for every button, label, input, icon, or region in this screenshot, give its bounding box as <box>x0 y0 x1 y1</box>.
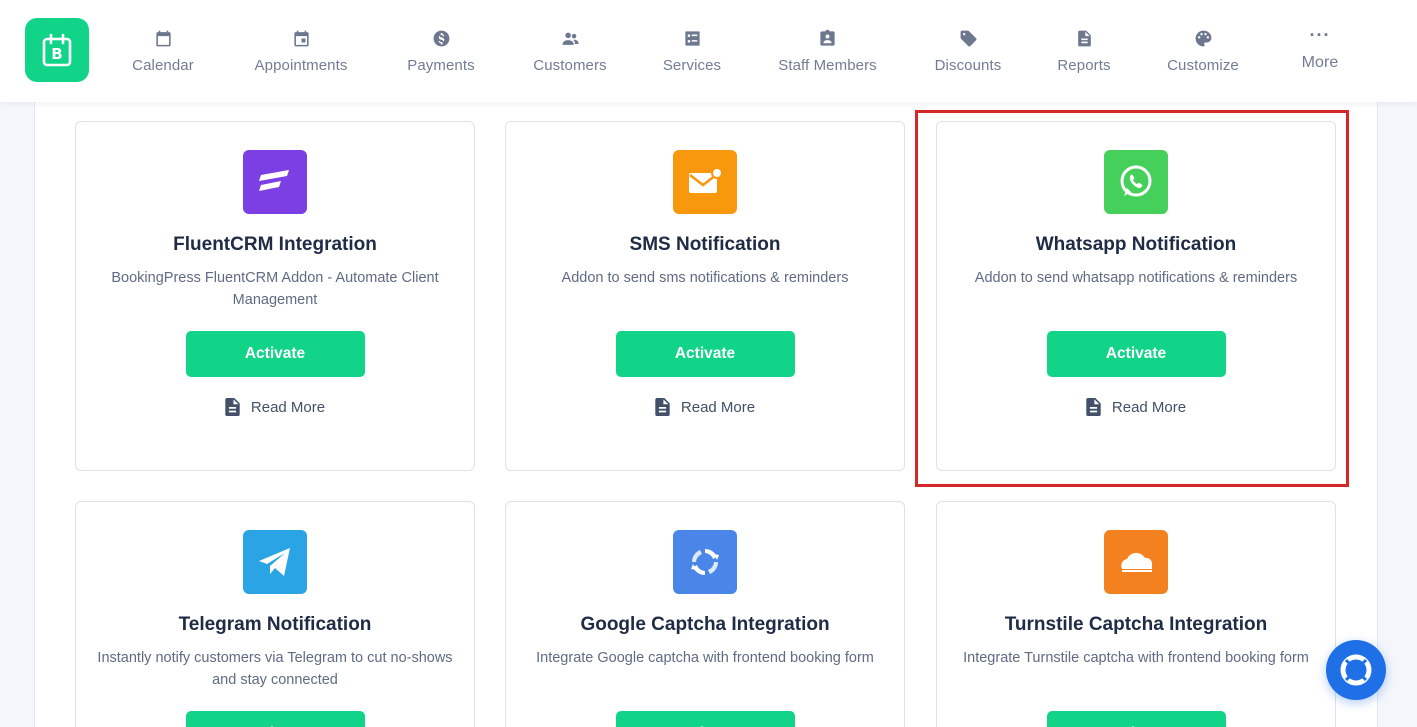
addon-title: SMS Notification <box>629 234 781 255</box>
addon-card-sms: SMS Notification Addon to send sms notif… <box>505 121 905 471</box>
activate-button[interactable]: Activate <box>615 331 795 377</box>
nav-staff-members-label: Staff Members <box>778 56 877 74</box>
report-icon <box>1077 30 1091 46</box>
read-more-label: Read More <box>1111 398 1187 416</box>
nav-more-label: More <box>1301 54 1339 71</box>
addon-title: Whatsapp Notification <box>1035 234 1237 255</box>
nav-calendar-label: Calendar <box>132 56 194 74</box>
fluentcrm-icon <box>243 150 307 214</box>
addon-title: Turnstile Captcha Integration <box>1004 614 1268 635</box>
addon-description: Instantly notify customers via Telegram … <box>97 650 453 688</box>
addon-description: Addon to send whatsapp notifications & r… <box>974 270 1298 286</box>
nav-reports[interactable]: Reports <box>1051 0 1117 102</box>
read-more-label: Read More <box>680 398 756 416</box>
addon-title: Telegram Notification <box>178 614 372 635</box>
addon-title: FluentCRM Integration <box>173 234 377 255</box>
sms-envelope-icon <box>673 150 737 214</box>
nav-payments[interactable]: Payments <box>400 0 482 102</box>
nav-appointments-label: Appointments <box>254 56 348 74</box>
addon-card-whatsapp: Whatsapp Notification Addon to send what… <box>936 121 1336 471</box>
addon-title: Google Captcha Integration <box>580 614 830 635</box>
nav-reports-label: Reports <box>1057 56 1111 74</box>
tag-icon <box>960 30 976 46</box>
activate-button[interactable]: Activate <box>185 331 365 377</box>
addon-card-telegram: Telegram Notification Instantly notify c… <box>75 501 475 727</box>
addon-card-turnstile-captcha: Turnstile Captcha Integration Integrate … <box>936 501 1336 727</box>
nav-staff-members[interactable]: Staff Members <box>770 0 885 102</box>
svg-text:B: B <box>51 45 62 63</box>
nav-services[interactable]: Services <box>656 0 728 102</box>
activate-button[interactable]: Activate <box>1046 711 1226 727</box>
activate-button[interactable]: Activate <box>1046 331 1226 377</box>
telegram-icon <box>243 530 307 594</box>
nav-discounts-label: Discounts <box>934 56 1002 74</box>
palette-icon <box>1195 30 1211 46</box>
addon-card-fluentcrm: FluentCRM Integration BookingPress Fluen… <box>75 121 475 471</box>
more-dots-icon: ··· <box>1309 25 1331 45</box>
document-icon <box>225 398 240 416</box>
whatsapp-icon <box>1104 150 1168 214</box>
document-icon <box>1086 398 1101 416</box>
activate-button[interactable]: Activate <box>615 711 795 727</box>
nav-customize-label: Customize <box>1167 56 1239 74</box>
appointment-icon <box>293 30 309 46</box>
addon-card-google-captcha: Google Captcha Integration Integrate Goo… <box>505 501 905 727</box>
document-icon <box>655 398 670 416</box>
services-icon <box>684 30 700 46</box>
help-button[interactable] <box>1326 640 1386 700</box>
recaptcha-icon <box>673 530 737 594</box>
logo-icon: B <box>42 33 72 67</box>
nav-customize[interactable]: Customize <box>1160 0 1246 102</box>
addon-description: Integrate Google captcha with frontend b… <box>536 650 874 666</box>
nav-payments-label: Payments <box>407 56 475 74</box>
nav-appointments[interactable]: Appointments <box>246 0 356 102</box>
nav-services-label: Services <box>662 56 722 74</box>
read-more-link[interactable]: Read More <box>225 398 325 416</box>
addon-description: BookingPress FluentCRM Addon - Automate … <box>111 270 439 308</box>
addon-description: Addon to send sms notifications & remind… <box>561 270 849 286</box>
nav-discounts[interactable]: Discounts <box>928 0 1008 102</box>
nav-calendar[interactable]: Calendar <box>122 0 204 102</box>
calendar-icon <box>155 30 171 46</box>
bookingpress-logo[interactable]: B <box>25 18 89 82</box>
staff-icon <box>820 29 835 46</box>
nav-customers-label: Customers <box>533 56 607 74</box>
activate-button[interactable]: Activate <box>185 711 365 727</box>
customers-icon <box>562 32 578 45</box>
nav-more[interactable]: ··· More <box>1292 0 1348 102</box>
read-more-link[interactable]: Read More <box>1086 398 1186 416</box>
dollar-icon <box>433 30 449 46</box>
addon-description: Integrate Turnstile captcha with fronten… <box>963 650 1309 666</box>
top-navigation-bar: B Calendar Appointments Payments Custome… <box>0 0 1417 102</box>
read-more-link[interactable]: Read More <box>655 398 755 416</box>
read-more-label: Read More <box>250 398 326 416</box>
cloudflare-icon <box>1104 530 1168 594</box>
lifebuoy-icon <box>1340 654 1372 686</box>
nav-customers[interactable]: Customers <box>526 0 614 102</box>
